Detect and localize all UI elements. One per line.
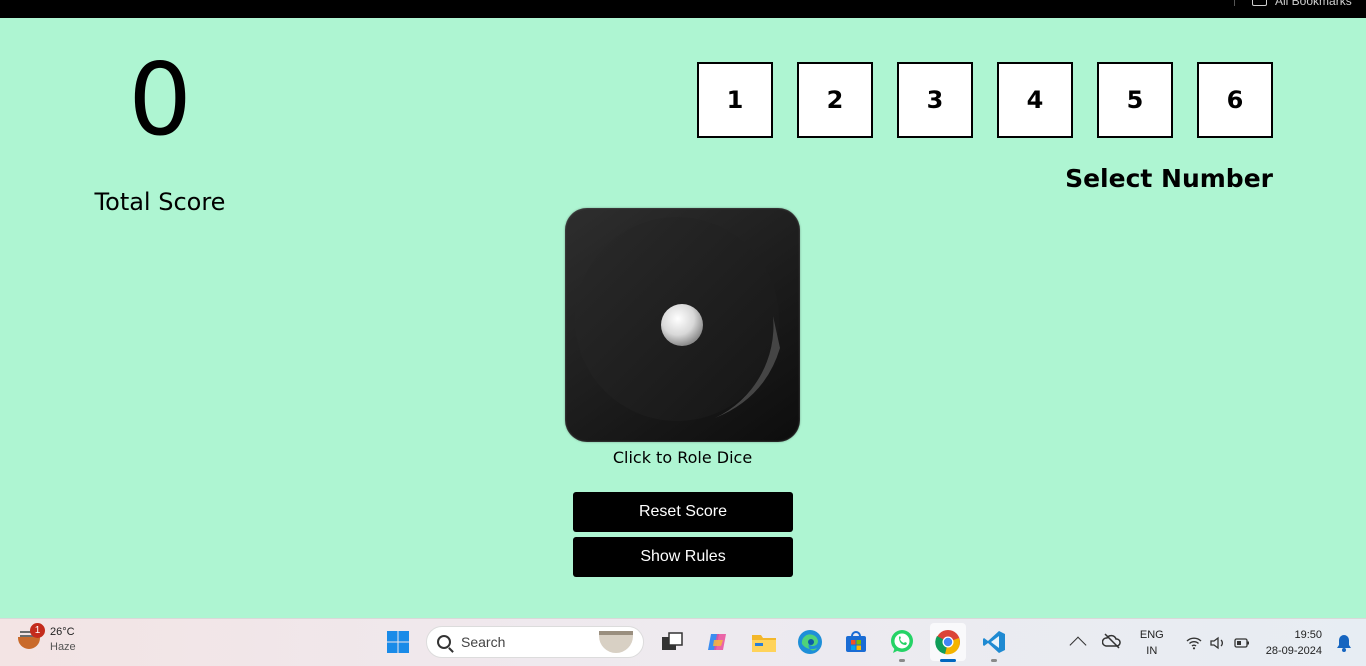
dice-instruction: Click to Role Dice — [612, 448, 753, 467]
dice-button[interactable] — [565, 208, 800, 442]
taskbar-search-input[interactable]: Search — [426, 626, 644, 658]
clock[interactable]: 19:50 28-09-2024 — [1266, 627, 1322, 659]
windows-taskbar: 1 26°C Haze Search ENG IN 19:50 28-09-20… — [0, 618, 1366, 666]
notification-badge: 1 — [30, 623, 45, 638]
clock-time: 19:50 — [1294, 629, 1322, 641]
dice-game-app: 0 Total Score 1 2 3 4 5 6 Select Number — [0, 18, 1366, 618]
browser-bookmarks-bar: All Bookmarks — [0, 0, 1366, 18]
number-box-1[interactable]: 1 — [697, 62, 773, 138]
taskbar-apps: Search — [380, 623, 1012, 662]
task-view-icon[interactable] — [654, 623, 690, 661]
search-icon — [437, 635, 451, 649]
number-box-3[interactable]: 3 — [897, 62, 973, 138]
copilot-icon[interactable] — [700, 623, 736, 661]
number-box-5[interactable]: 5 — [1097, 62, 1173, 138]
reset-score-button[interactable]: Reset Score — [573, 492, 793, 532]
total-score-label: Total Score — [94, 188, 226, 216]
bookmark-separator — [1234, 0, 1235, 6]
volume-icon — [1210, 636, 1223, 650]
region-code: IN — [1146, 645, 1158, 657]
onedrive-icon[interactable] — [1101, 633, 1122, 653]
total-score-panel: 0 Total Score — [60, 40, 260, 216]
vscode-icon[interactable] — [976, 623, 1012, 662]
wifi-icon — [1186, 637, 1202, 650]
file-explorer-icon[interactable] — [746, 623, 782, 661]
dice-face-1-icon — [575, 217, 780, 421]
number-box-4[interactable]: 4 — [997, 62, 1073, 138]
number-box-6[interactable]: 6 — [1197, 62, 1273, 138]
clock-date: 28-09-2024 — [1265, 645, 1322, 657]
temperature: 26°C — [50, 626, 75, 638]
folder-icon — [1252, 0, 1267, 6]
chevron-up-icon[interactable] — [1069, 636, 1087, 654]
language-code: ENG — [1139, 629, 1164, 641]
quick-settings[interactable] — [1186, 636, 1250, 650]
notification-bell-icon[interactable] — [1336, 634, 1352, 652]
all-bookmarks-label: All Bookmarks — [1275, 0, 1352, 8]
total-score-value: 0 — [128, 41, 192, 158]
whatsapp-icon[interactable] — [884, 623, 920, 662]
system-tray: ENG IN 19:50 28-09-2024 — [1069, 619, 1366, 666]
number-selector: 1 2 3 4 5 6 — [697, 62, 1273, 138]
select-number-label: Select Number — [1065, 164, 1273, 193]
weather-widget[interactable]: 1 26°C Haze — [16, 623, 76, 655]
edge-icon[interactable] — [792, 623, 828, 661]
search-highlight-icon — [599, 631, 633, 653]
all-bookmarks-button[interactable]: All Bookmarks — [1252, 0, 1352, 8]
weather-icon: 1 — [16, 623, 45, 653]
store-icon[interactable] — [838, 623, 874, 661]
start-icon[interactable] — [380, 623, 416, 661]
language-indicator[interactable]: ENG IN — [1140, 627, 1164, 659]
number-box-2[interactable]: 2 — [797, 62, 873, 138]
battery-icon — [1234, 638, 1249, 648]
weather-condition: Haze — [50, 641, 76, 653]
search-placeholder: Search — [461, 634, 506, 650]
show-rules-button[interactable]: Show Rules — [573, 537, 793, 577]
chrome-icon[interactable] — [930, 623, 966, 662]
